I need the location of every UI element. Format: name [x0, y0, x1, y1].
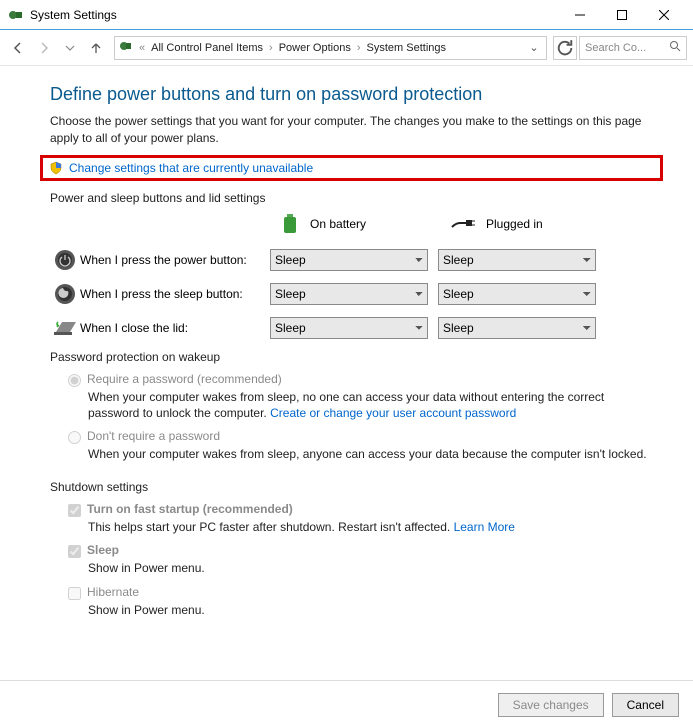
breadcrumb-item-3[interactable]: System Settings — [367, 42, 446, 54]
lid-label: When I close the lid: — [80, 321, 270, 335]
minimize-button[interactable] — [559, 1, 601, 29]
refresh-button[interactable] — [553, 36, 577, 60]
fast-startup-desc: This helps start your PC faster after sh… — [88, 519, 653, 535]
no-password-radio: Don't require a password — [68, 429, 653, 444]
chevron-right-icon: › — [357, 42, 361, 54]
content-area: Define power buttons and turn on passwor… — [0, 66, 693, 618]
recent-dropdown[interactable] — [58, 36, 82, 60]
battery-icon — [280, 211, 300, 238]
password-section-head: Password protection on wakeup — [50, 350, 653, 364]
no-password-desc: When your computer wakes from sleep, any… — [88, 446, 653, 462]
sleep-button-row: When I press the sleep button: Sleep Sle… — [50, 282, 653, 306]
page-title: Define power buttons and turn on passwor… — [50, 84, 653, 105]
power-icon — [50, 248, 80, 272]
app-icon — [8, 7, 24, 23]
sleep-check-label: Sleep — [87, 543, 119, 557]
sleep-check-desc: Show in Power menu. — [88, 560, 653, 576]
titlebar: System Settings — [0, 0, 693, 30]
window-title: System Settings — [30, 8, 559, 22]
chevron-right-icon: › — [269, 42, 273, 54]
laptop-lid-icon — [50, 316, 80, 340]
fast-startup-label: Turn on fast startup (recommended) — [87, 502, 293, 516]
nav-toolbar: « All Control Panel Items › Power Option… — [0, 30, 693, 66]
sleep-check-input — [68, 545, 81, 558]
no-password-input — [68, 431, 81, 444]
hibernate-check: Hibernate — [68, 585, 653, 600]
power-button-label: When I press the power button: — [80, 253, 270, 267]
breadcrumb-sep: « — [139, 42, 145, 54]
plug-icon — [450, 215, 476, 234]
require-password-input — [68, 374, 81, 387]
power-button-row: When I press the power button: Sleep Sle… — [50, 248, 653, 272]
control-panel-icon — [119, 39, 133, 56]
fast-startup-input — [68, 504, 81, 517]
sleep-icon — [50, 282, 80, 306]
sleep-battery-select[interactable]: Sleep — [270, 283, 428, 305]
sleep-plugged-select[interactable]: Sleep — [438, 283, 596, 305]
breadcrumb-item-1[interactable]: All Control Panel Items — [151, 42, 263, 54]
shield-icon — [49, 161, 63, 175]
sleep-check: Sleep — [68, 543, 653, 558]
require-password-radio: Require a password (recommended) — [68, 372, 653, 387]
address-bar[interactable]: « All Control Panel Items › Power Option… — [114, 36, 547, 60]
footer-buttons: Save changes Cancel — [498, 693, 679, 717]
fast-startup-check: Turn on fast startup (recommended) — [68, 502, 653, 517]
lid-plugged-select[interactable]: Sleep — [438, 317, 596, 339]
learn-more-link[interactable]: Learn More — [454, 520, 515, 534]
search-input[interactable]: Search Co... — [579, 36, 687, 60]
breadcrumb-item-2[interactable]: Power Options — [279, 42, 351, 54]
search-icon — [669, 40, 681, 55]
address-dropdown[interactable]: ⌄ — [526, 41, 542, 54]
cancel-button[interactable]: Cancel — [612, 693, 679, 717]
hibernate-desc: Show in Power menu. — [88, 602, 653, 618]
page-description: Choose the power settings that you want … — [50, 113, 653, 147]
up-button[interactable] — [84, 36, 108, 60]
maximize-button[interactable] — [601, 1, 643, 29]
create-password-link[interactable]: Create or change your user account passw… — [270, 406, 516, 420]
admin-link-highlight: Change settings that are currently unava… — [40, 155, 663, 181]
on-battery-label: On battery — [310, 217, 366, 231]
footer-divider — [0, 680, 693, 681]
change-settings-link[interactable]: Change settings that are currently unava… — [69, 161, 313, 175]
close-button[interactable] — [643, 1, 685, 29]
buttons-section-head: Power and sleep buttons and lid settings — [50, 191, 653, 205]
plugged-in-label: Plugged in — [486, 217, 543, 231]
no-password-label: Don't require a password — [87, 429, 220, 443]
back-button[interactable] — [6, 36, 30, 60]
lid-battery-select[interactable]: Sleep — [270, 317, 428, 339]
forward-button[interactable] — [32, 36, 56, 60]
lid-row: When I close the lid: Sleep Sleep — [50, 316, 653, 340]
hibernate-check-input — [68, 587, 81, 600]
require-password-label: Require a password (recommended) — [87, 372, 282, 386]
require-password-desc: When your computer wakes from sleep, no … — [88, 389, 653, 421]
hibernate-label: Hibernate — [87, 585, 139, 599]
shutdown-section-head: Shutdown settings — [50, 480, 653, 494]
save-button: Save changes — [498, 693, 604, 717]
column-headers: On battery Plugged in — [50, 211, 653, 238]
search-placeholder: Search Co... — [585, 42, 646, 54]
sleep-button-label: When I press the sleep button: — [80, 287, 270, 301]
power-plugged-select[interactable]: Sleep — [438, 249, 596, 271]
power-battery-select[interactable]: Sleep — [270, 249, 428, 271]
